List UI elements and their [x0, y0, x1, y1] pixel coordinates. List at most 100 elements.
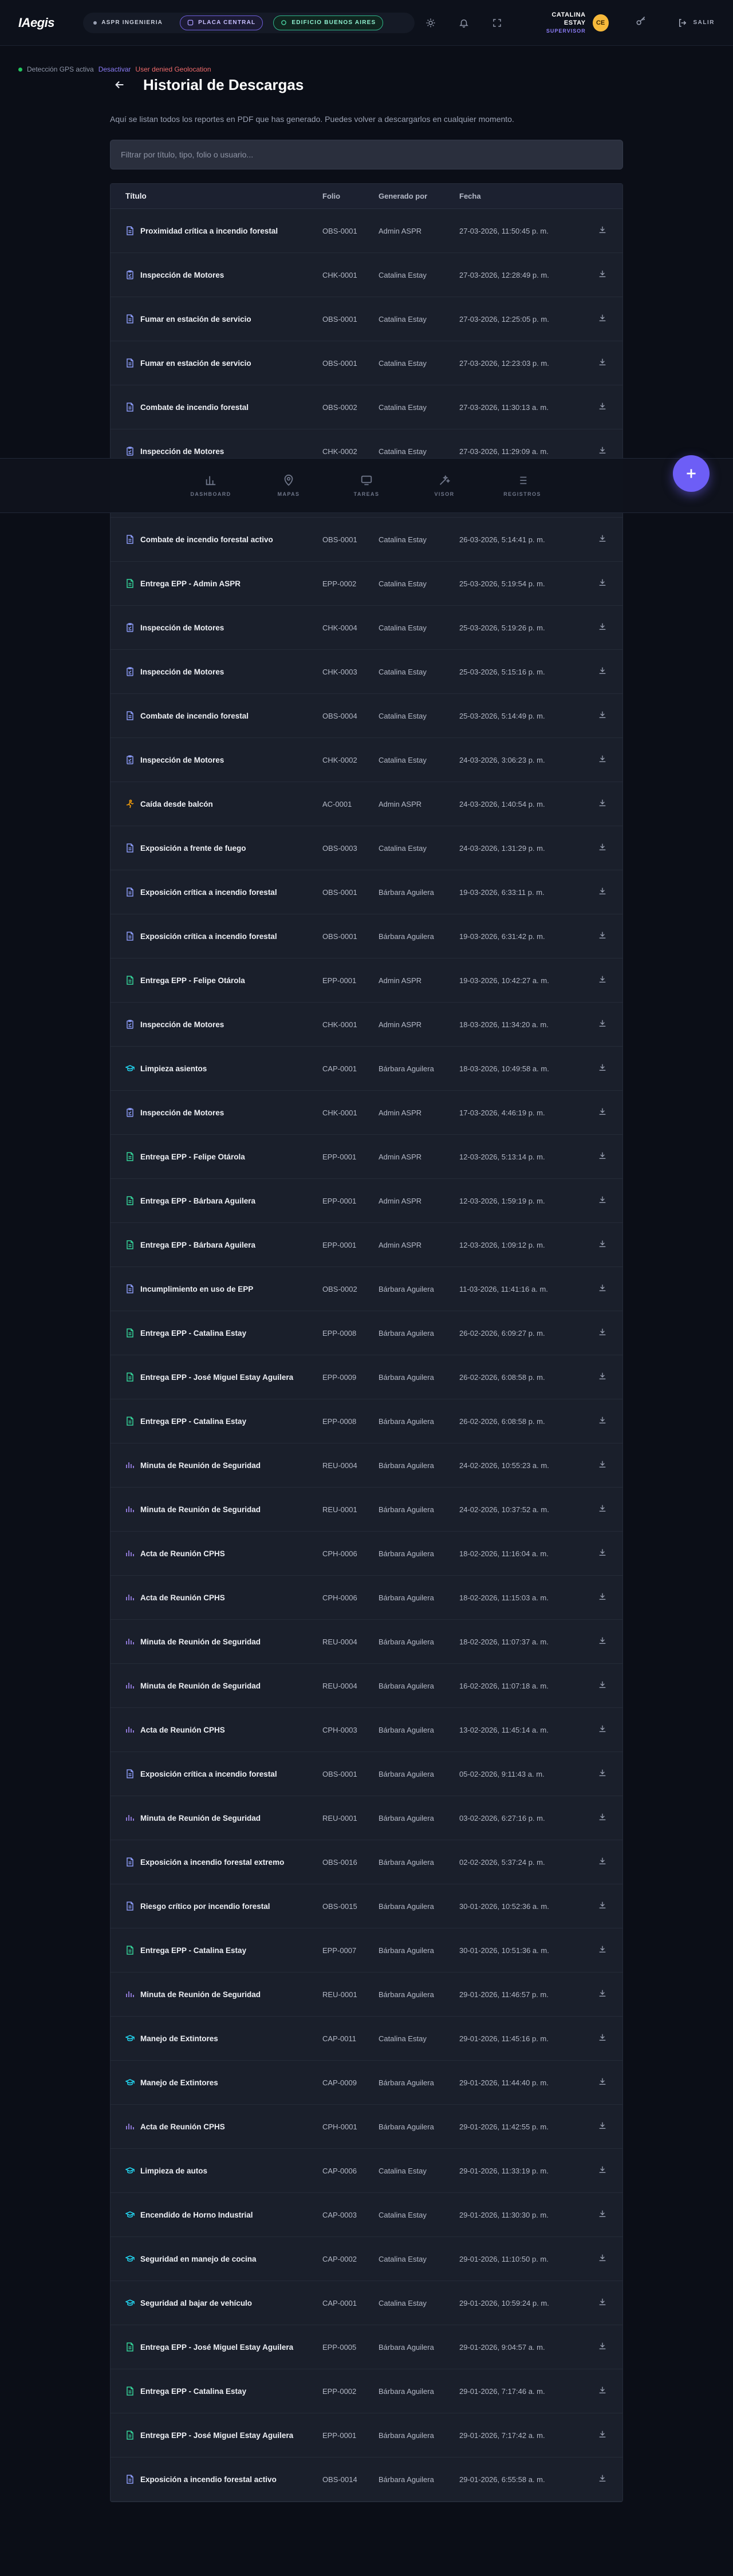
download-button[interactable] [591, 1504, 614, 1516]
download-icon[interactable] [598, 1371, 607, 1383]
user-menu[interactable]: CATALINA ESTAY SUPERVISOR CE [533, 11, 609, 35]
download-icon[interactable] [598, 1548, 607, 1560]
download-icon[interactable] [598, 710, 607, 722]
gps-deactivate-link[interactable]: Desactivar [98, 65, 131, 73]
nav-item-visor[interactable]: VISOR [405, 474, 483, 497]
site-selector[interactable]: EDIFICIO BUENOS AIRES [273, 15, 384, 30]
download-icon[interactable] [598, 225, 607, 237]
download-button[interactable] [591, 2474, 614, 2486]
download-button[interactable] [591, 975, 614, 987]
sun-icon[interactable] [425, 17, 436, 29]
area-selector[interactable]: PLACA CENTRAL [180, 15, 263, 30]
download-button[interactable] [591, 1944, 614, 1956]
download-icon[interactable] [598, 754, 607, 766]
download-icon[interactable] [598, 842, 607, 854]
download-icon[interactable] [598, 1239, 607, 1251]
download-button[interactable] [591, 1063, 614, 1075]
download-icon[interactable] [598, 1019, 607, 1031]
nav-item-dashboard[interactable]: DASHBOARD [172, 474, 250, 497]
download-button[interactable] [591, 1548, 614, 1560]
download-button[interactable] [591, 2253, 614, 2265]
download-button[interactable] [591, 710, 614, 722]
download-button[interactable] [591, 225, 614, 237]
download-button[interactable] [591, 1768, 614, 1780]
app-logo[interactable]: IAegis [18, 15, 72, 30]
download-button[interactable] [591, 2077, 614, 2089]
download-icon[interactable] [598, 2165, 607, 2177]
download-icon[interactable] [598, 1504, 607, 1516]
download-button[interactable] [591, 754, 614, 766]
download-icon[interactable] [598, 1768, 607, 1780]
download-icon[interactable] [598, 1283, 607, 1295]
download-button[interactable] [591, 930, 614, 942]
download-button[interactable] [591, 1856, 614, 1868]
download-icon[interactable] [598, 2429, 607, 2441]
download-icon[interactable] [598, 2209, 607, 2221]
download-button[interactable] [591, 445, 614, 457]
download-button[interactable] [591, 1459, 614, 1472]
download-icon[interactable] [598, 798, 607, 810]
download-button[interactable] [591, 1019, 614, 1031]
download-button[interactable] [591, 1680, 614, 1692]
download-icon[interactable] [598, 401, 607, 413]
fullscreen-icon[interactable] [491, 17, 503, 29]
download-icon[interactable] [598, 1989, 607, 2001]
nav-item-registros[interactable]: REGISTROS [483, 474, 561, 497]
back-arrow-icon[interactable] [113, 78, 126, 94]
key-icon[interactable] [635, 15, 647, 30]
download-button[interactable] [591, 2165, 614, 2177]
download-button[interactable] [591, 1812, 614, 1824]
download-button[interactable] [591, 1636, 614, 1648]
download-icon[interactable] [598, 666, 607, 678]
nav-item-mapas[interactable]: MAPAS [250, 474, 328, 497]
download-button[interactable] [591, 313, 614, 325]
download-icon[interactable] [598, 975, 607, 987]
download-icon[interactable] [598, 534, 607, 546]
download-button[interactable] [591, 2121, 614, 2133]
download-button[interactable] [591, 1592, 614, 1604]
bell-icon[interactable] [458, 17, 470, 29]
download-button[interactable] [591, 842, 614, 854]
download-icon[interactable] [598, 1856, 607, 1868]
download-button[interactable] [591, 2341, 614, 2353]
search-input[interactable] [110, 140, 623, 169]
download-icon[interactable] [598, 1459, 607, 1472]
download-button[interactable] [591, 1900, 614, 1912]
download-icon[interactable] [598, 2474, 607, 2486]
download-button[interactable] [591, 269, 614, 281]
download-button[interactable] [591, 401, 614, 413]
download-button[interactable] [591, 1283, 614, 1295]
download-button[interactable] [591, 2297, 614, 2309]
download-icon[interactable] [598, 1327, 607, 1339]
download-icon[interactable] [598, 1107, 607, 1119]
download-icon[interactable] [598, 269, 607, 281]
download-button[interactable] [591, 1371, 614, 1383]
download-button[interactable] [591, 1239, 614, 1251]
download-icon[interactable] [598, 1415, 607, 1427]
download-button[interactable] [591, 357, 614, 369]
download-icon[interactable] [598, 1592, 607, 1604]
download-icon[interactable] [598, 2253, 607, 2265]
download-icon[interactable] [598, 2385, 607, 2397]
download-icon[interactable] [598, 1151, 607, 1163]
download-button[interactable] [591, 622, 614, 634]
download-button[interactable] [591, 534, 614, 546]
download-icon[interactable] [598, 445, 607, 457]
download-button[interactable] [591, 1107, 614, 1119]
download-icon[interactable] [598, 2033, 607, 2045]
add-button[interactable] [673, 455, 710, 492]
download-icon[interactable] [598, 1063, 607, 1075]
avatar[interactable]: CE [592, 14, 609, 31]
download-icon[interactable] [598, 2341, 607, 2353]
download-icon[interactable] [598, 313, 607, 325]
download-icon[interactable] [598, 886, 607, 898]
download-icon[interactable] [598, 2297, 607, 2309]
nav-item-tareas[interactable]: TAREAS [328, 474, 405, 497]
download-icon[interactable] [598, 1680, 607, 1692]
download-icon[interactable] [598, 1195, 607, 1207]
download-icon[interactable] [598, 1724, 607, 1736]
download-button[interactable] [591, 1724, 614, 1736]
download-button[interactable] [591, 2209, 614, 2221]
logout-button[interactable]: SALIR [677, 18, 715, 28]
download-icon[interactable] [598, 1900, 607, 1912]
